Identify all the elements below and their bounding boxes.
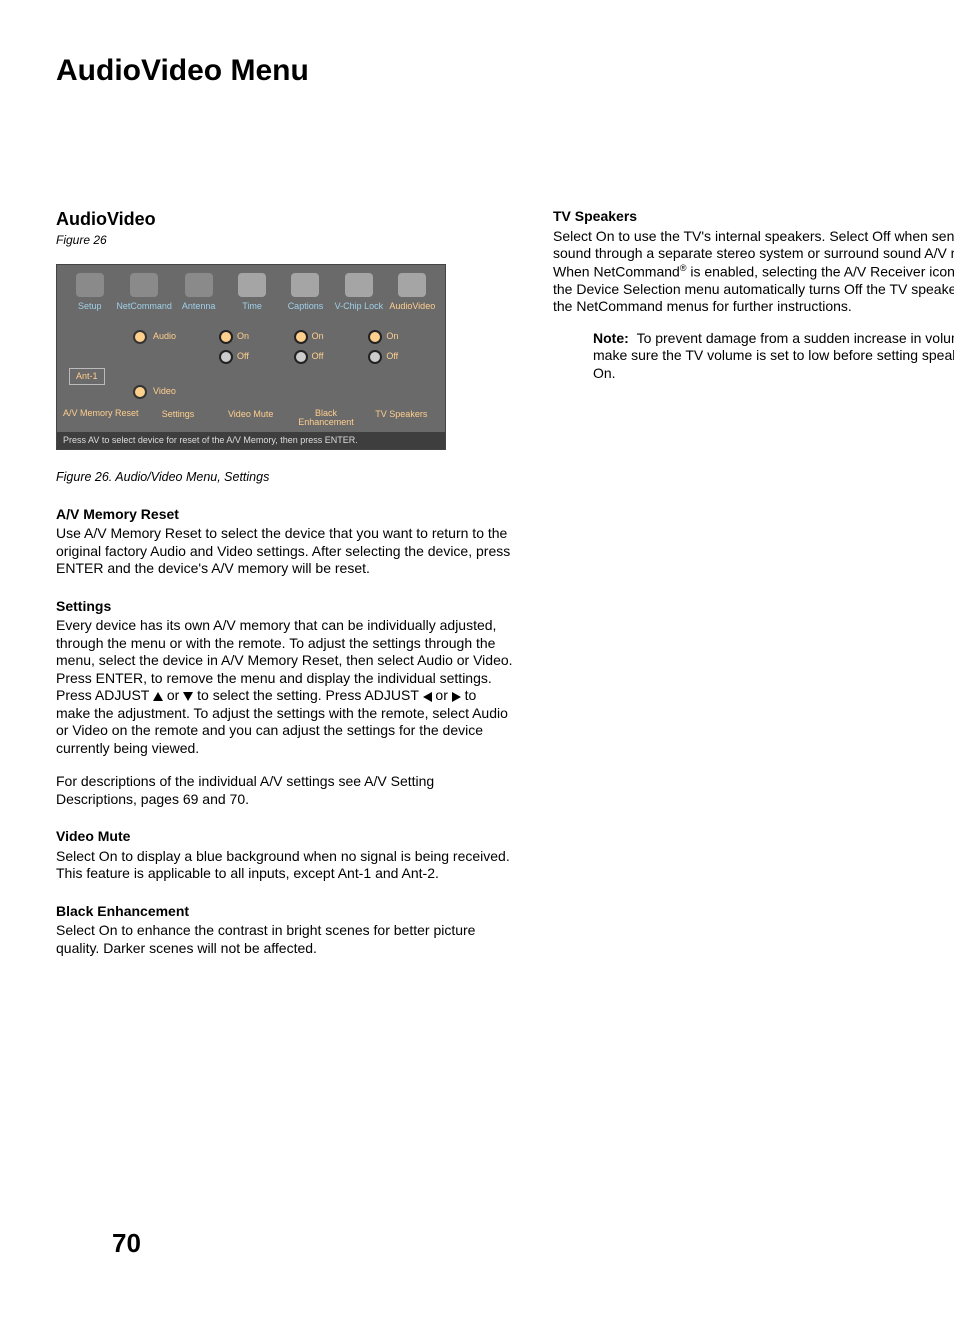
radio-on-icon: [219, 330, 233, 344]
radio-off-icon: [219, 350, 233, 364]
arrow-up-icon: [153, 692, 163, 701]
radio-on-icon: [368, 330, 382, 344]
black-enhancement-options: On Off: [294, 324, 365, 405]
video-mute-text: Select On to display a blue background w…: [56, 848, 513, 883]
figure-26: Setup NetCommand Antenna Time Captions V…: [56, 264, 446, 451]
label-av-memory: A/V Memory Reset: [63, 409, 143, 428]
right-column: TV Speakers Select On to use the TV's in…: [553, 208, 954, 957]
tab-antenna: Antenna: [172, 273, 225, 312]
tab-vchip: V-Chip Lock: [332, 273, 385, 312]
label-black-enhancement: Black Enhancement: [288, 409, 363, 428]
page-number: 70: [112, 1228, 141, 1259]
label-video-mute: Video Mute: [213, 409, 288, 428]
video-mute-options: On Off: [219, 324, 290, 405]
tab-time: Time: [225, 273, 278, 312]
arrow-down-icon: [183, 692, 193, 701]
left-column: AudioVideo Figure 26 Setup NetCommand An…: [56, 208, 513, 957]
radio-off-icon: [294, 350, 308, 364]
audio-setting-row: Audio: [133, 330, 213, 344]
black-enhancement-heading: Black Enhancement: [56, 903, 513, 921]
figure-footer: Press AV to select device for reset of t…: [57, 432, 445, 449]
tv-speakers-text: Select On to use the TV's internal speak…: [553, 228, 954, 316]
figure-tabbar: Setup NetCommand Antenna Time Captions V…: [57, 265, 445, 316]
black-enhancement-text: Select On to enhance the contrast in bri…: [56, 922, 513, 957]
tv-speakers-heading: TV Speakers: [553, 208, 954, 226]
av-memory-reset-text: Use A/V Memory Reset to select the devic…: [56, 525, 513, 578]
label-tv-speakers: TV Speakers: [364, 409, 439, 428]
radio-on-icon: [294, 330, 308, 344]
tv-speakers-options: On Off: [368, 324, 439, 405]
note-block: Note: To prevent damage from a sudden in…: [593, 330, 954, 383]
video-mute-heading: Video Mute: [56, 828, 513, 846]
arrow-left-icon: [423, 692, 432, 702]
ant-1-box: Ant-1: [69, 368, 105, 385]
settings-text-1: Every device has its own A/V memory that…: [56, 617, 513, 757]
figure-caption: Figure 26. Audio/Video Menu, Settings: [56, 470, 513, 486]
video-setting-row: Video: [133, 385, 213, 399]
audiovideo-heading: AudioVideo: [56, 208, 513, 231]
tab-captions: Captions: [279, 273, 332, 312]
tab-setup: Setup: [63, 273, 116, 312]
page-title: AudioVideo Menu: [56, 54, 954, 88]
arrow-right-icon: [452, 692, 461, 702]
tab-netcommand: NetCommand: [116, 273, 172, 312]
radio-off-icon: [368, 350, 382, 364]
label-settings: Settings: [143, 409, 213, 428]
figure-reference: Figure 26: [56, 233, 513, 248]
settings-text-2: For descriptions of the individual A/V s…: [56, 773, 513, 808]
settings-heading: Settings: [56, 598, 513, 616]
av-memory-reset-heading: A/V Memory Reset: [56, 506, 513, 524]
note-label: Note:: [593, 330, 629, 346]
note-body: To prevent damage from a sudden increase…: [593, 330, 954, 381]
tab-audiovideo: AudioVideo: [386, 273, 439, 312]
